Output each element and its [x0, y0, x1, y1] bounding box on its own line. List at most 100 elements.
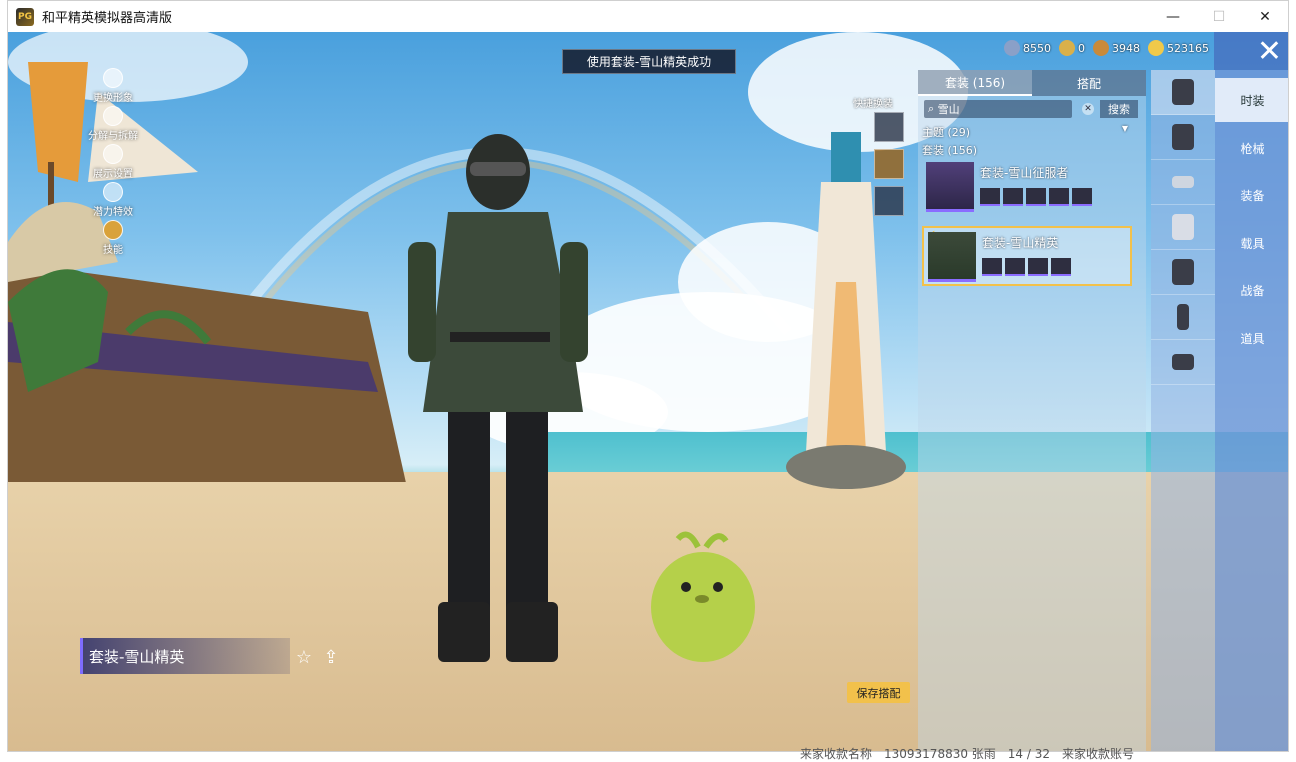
- theme-filter-label: 主题 (29): [922, 126, 971, 139]
- currency-value: 523165: [1167, 41, 1209, 55]
- category-label-column: 时装 枪械 装备 载具 战备 道具: [1215, 70, 1288, 751]
- eye-icon: [103, 144, 123, 164]
- currency-bar: 8550 0 3948 523165: [1004, 40, 1209, 56]
- skill-icon: [103, 220, 123, 240]
- category-boots-icon[interactable]: [1151, 340, 1215, 385]
- goggles-icon: [1172, 176, 1194, 188]
- close-window-button[interactable]: ✕: [1242, 1, 1288, 32]
- category-pants-icon[interactable]: [1151, 295, 1215, 340]
- menu-label: 潜力特效: [93, 207, 133, 218]
- part-thumbnail: [1049, 188, 1069, 206]
- category-mask-icon[interactable]: [1151, 205, 1215, 250]
- save-outfit-button[interactable]: 保存搭配: [847, 682, 910, 703]
- category-vehicles[interactable]: 载具: [1215, 221, 1288, 265]
- outfit-parts: [980, 188, 1092, 206]
- close-panel-button[interactable]: ✕: [1214, 32, 1288, 70]
- mask-icon: [1172, 214, 1194, 240]
- suit-count-label: 套装 (156): [922, 144, 978, 157]
- window-controls: — ☐ ✕: [1150, 1, 1288, 32]
- gold-coin-icon: [1059, 40, 1075, 56]
- category-coat-icon[interactable]: [1151, 70, 1215, 115]
- jacket-icon: [1172, 259, 1194, 285]
- tab-combos[interactable]: 搭配: [1032, 70, 1146, 96]
- menu-display-settings[interactable]: 展示设置: [68, 144, 158, 182]
- app-logo-icon: PG: [16, 7, 34, 26]
- search-button[interactable]: 搜索: [1100, 100, 1138, 118]
- gear-icon: [103, 106, 123, 126]
- part-thumbnail: [980, 188, 1000, 206]
- part-thumbnail: [1026, 188, 1046, 206]
- category-icon-column: [1151, 70, 1215, 751]
- currency-coupon: 523165: [1148, 40, 1209, 56]
- window-title: 和平精英模拟器高清版: [42, 11, 173, 26]
- coat-icon: [1172, 79, 1194, 105]
- left-side-menu: 更换形象 分解与拆解 展示设置 潜力特效 技能: [68, 68, 158, 258]
- search-input[interactable]: ⌕ 雪山: [924, 100, 1072, 118]
- category-jacket-icon[interactable]: [1151, 250, 1215, 295]
- menu-change-appearance[interactable]: 更换形象: [68, 68, 158, 106]
- currency-value: 3948: [1112, 41, 1140, 55]
- part-thumbnail: [1072, 188, 1092, 206]
- chevron-down-icon: ▼: [1121, 124, 1128, 133]
- outfit-panel: 套装 (156) 搭配 ⌕ 雪山 ✕ 搜索 主题 (29) ▼ 套装 (156)…: [918, 70, 1146, 751]
- game-scene: 使用套装-雪山精英成功 8550 0 3948 523165 ✕ 更换形象 分解…: [8, 32, 1288, 751]
- menu-label: 技能: [103, 245, 123, 256]
- tab-suits[interactable]: 套装 (156): [918, 70, 1032, 96]
- menu-label: 更换形象: [93, 93, 133, 104]
- quick-swap-slot-1[interactable]: [874, 112, 904, 142]
- maximize-button[interactable]: ☐: [1196, 1, 1242, 32]
- player-character: [408, 134, 588, 662]
- clear-search-icon[interactable]: ✕: [1082, 103, 1094, 115]
- app-window: PG 和平精英模拟器高清版 — ☐ ✕ 使用套装-雪山精英成功 8550 0 3…: [7, 0, 1289, 752]
- currency-bronze: 3948: [1093, 40, 1140, 56]
- equipped-outfit-name: 套装-雪山精英: [80, 638, 290, 674]
- currency-value: 0: [1078, 41, 1085, 55]
- menu-label: 分解与拆解: [88, 131, 138, 142]
- share-icon[interactable]: ⇪: [320, 646, 342, 668]
- quick-swap-label: 快捷换装: [853, 99, 893, 110]
- background-window-text: 来家收款名称 13093178830 张雨 14 / 32 来家收款账号: [800, 747, 1135, 761]
- pet-companion: [651, 531, 755, 662]
- part-thumbnail: [1005, 258, 1025, 276]
- outfit-thumbnail: [928, 232, 976, 282]
- theme-filter-dropdown[interactable]: 主题 (29) ▼: [922, 124, 1132, 140]
- item-name: 套装-雪山征服者: [980, 166, 1069, 180]
- user-icon: [103, 68, 123, 88]
- menu-label: 展示设置: [93, 169, 133, 180]
- success-toast: 使用套装-雪山精英成功: [562, 49, 736, 74]
- menu-skills[interactable]: 技能: [68, 220, 158, 258]
- boots-icon: [1172, 354, 1194, 370]
- minimize-button[interactable]: —: [1150, 1, 1196, 32]
- category-gear[interactable]: 装备: [1215, 173, 1288, 217]
- list-item[interactable]: 套装-雪山征服者: [922, 158, 1132, 218]
- menu-disassemble[interactable]: 分解与拆解: [68, 106, 158, 144]
- coupon-coin-icon: [1148, 40, 1164, 56]
- list-item-selected[interactable]: ✓ 套装-雪山精英: [922, 226, 1132, 286]
- quick-swap-slot-3[interactable]: [874, 186, 904, 216]
- currency-silver: 8550: [1004, 40, 1051, 56]
- category-helmet-icon[interactable]: [1151, 115, 1215, 160]
- category-goggles-icon[interactable]: [1151, 160, 1215, 205]
- currency-value: 8550: [1023, 41, 1051, 55]
- pants-icon: [1177, 304, 1189, 330]
- item-name: 套装-雪山精英: [982, 236, 1059, 250]
- silver-coin-icon: [1004, 40, 1020, 56]
- quick-swap-slot-2[interactable]: [874, 149, 904, 179]
- title-bar: PG 和平精英模拟器高清版 — ☐ ✕: [8, 1, 1288, 32]
- category-combat-prep[interactable]: 战备: [1215, 268, 1288, 312]
- outfit-thumbnail: [926, 162, 974, 212]
- outfit-parts: [982, 258, 1071, 276]
- part-thumbnail: [982, 258, 1002, 276]
- search-value: 雪山: [937, 103, 960, 116]
- outfit-tabs: 套装 (156) 搭配: [918, 70, 1146, 96]
- category-items[interactable]: 道具: [1215, 316, 1288, 360]
- category-weapons[interactable]: 枪械: [1215, 126, 1288, 170]
- part-thumbnail: [1051, 258, 1071, 276]
- part-thumbnail: [1028, 258, 1048, 276]
- helmet-icon: [1172, 124, 1194, 150]
- menu-potential-effects[interactable]: 潜力特效: [68, 182, 158, 220]
- search-icon: ⌕: [928, 102, 938, 115]
- category-fashion[interactable]: 时装: [1215, 78, 1288, 122]
- bronze-coin-icon: [1093, 40, 1109, 56]
- favorite-star-icon[interactable]: ☆: [293, 646, 315, 668]
